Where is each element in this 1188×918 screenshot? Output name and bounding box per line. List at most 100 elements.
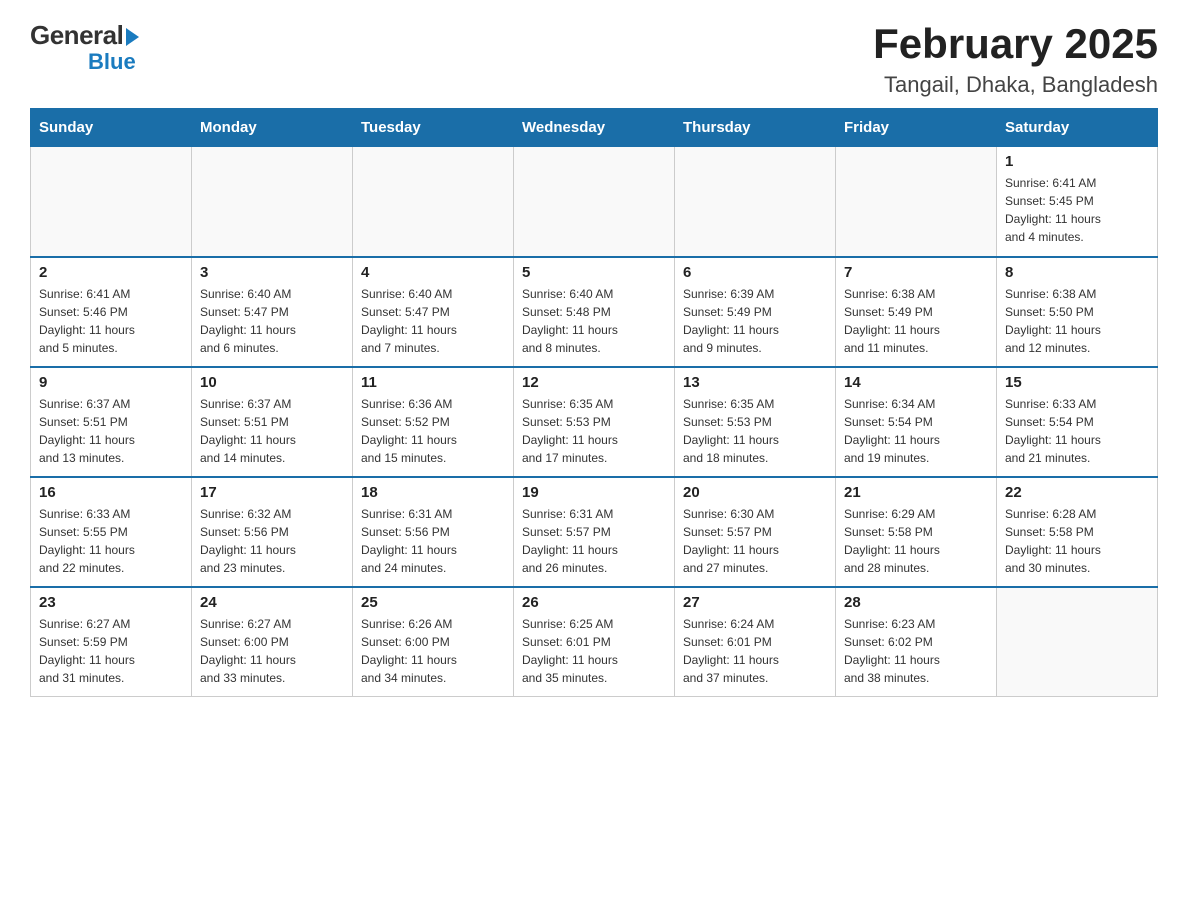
day-info: Sunrise: 6:24 AMSunset: 6:01 PMDaylight:… xyxy=(683,615,827,687)
day-info: Sunrise: 6:35 AMSunset: 5:53 PMDaylight:… xyxy=(683,395,827,467)
day-info: Sunrise: 6:41 AMSunset: 5:45 PMDaylight:… xyxy=(1005,174,1149,246)
day-number: 17 xyxy=(200,484,344,501)
header-saturday: Saturday xyxy=(997,109,1158,147)
day-info: Sunrise: 6:32 AMSunset: 5:56 PMDaylight:… xyxy=(200,505,344,577)
table-row xyxy=(997,587,1158,697)
day-info: Sunrise: 6:31 AMSunset: 5:57 PMDaylight:… xyxy=(522,505,666,577)
table-row: 18 Sunrise: 6:31 AMSunset: 5:56 PMDayligh… xyxy=(353,477,514,587)
header-wednesday: Wednesday xyxy=(514,109,675,147)
logo-general-text: General xyxy=(30,20,139,51)
table-row: 26 Sunrise: 6:25 AMSunset: 6:01 PMDayligh… xyxy=(514,587,675,697)
day-info: Sunrise: 6:37 AMSunset: 5:51 PMDaylight:… xyxy=(39,395,183,467)
day-info: Sunrise: 6:38 AMSunset: 5:50 PMDaylight:… xyxy=(1005,285,1149,357)
day-number: 26 xyxy=(522,594,666,611)
table-row: 3 Sunrise: 6:40 AMSunset: 5:47 PMDaylight… xyxy=(192,257,353,367)
table-row: 15 Sunrise: 6:33 AMSunset: 5:54 PMDayligh… xyxy=(997,367,1158,477)
day-number: 25 xyxy=(361,594,505,611)
table-row: 21 Sunrise: 6:29 AMSunset: 5:58 PMDayligh… xyxy=(836,477,997,587)
day-info: Sunrise: 6:40 AMSunset: 5:48 PMDaylight:… xyxy=(522,285,666,357)
table-row: 4 Sunrise: 6:40 AMSunset: 5:47 PMDaylight… xyxy=(353,257,514,367)
calendar-row: 16Sunrise: 6:33 AMSunset: 5:55 PMDayligh… xyxy=(31,477,1158,587)
day-info: Sunrise: 6:36 AMSunset: 5:52 PMDaylight:… xyxy=(361,395,505,467)
day-info: Sunrise: 6:40 AMSunset: 5:47 PMDaylight:… xyxy=(361,285,505,357)
table-row: 23 Sunrise: 6:27 AMSunset: 5:59 PMDayligh… xyxy=(31,587,192,697)
day-number: 24 xyxy=(200,594,344,611)
day-number: 15 xyxy=(1005,374,1149,391)
day-info: Sunrise: 6:28 AMSunset: 5:58 PMDaylight:… xyxy=(1005,505,1149,577)
calendar-row: 1Sunrise: 6:41 AMSunset: 5:45 PMDaylight… xyxy=(31,147,1158,257)
table-row xyxy=(192,147,353,257)
day-number: 28 xyxy=(844,594,988,611)
day-number: 18 xyxy=(361,484,505,501)
day-number: 22 xyxy=(1005,484,1149,501)
table-row: 5 Sunrise: 6:40 AMSunset: 5:48 PMDaylight… xyxy=(514,257,675,367)
table-row xyxy=(31,147,192,257)
table-row xyxy=(836,147,997,257)
day-number: 4 xyxy=(361,264,505,281)
day-number: 13 xyxy=(683,374,827,391)
weekday-header-row: Sunday Monday Tuesday Wednesday Thursday… xyxy=(31,109,1158,147)
table-row: 14 Sunrise: 6:34 AMSunset: 5:54 PMDayligh… xyxy=(836,367,997,477)
day-info: Sunrise: 6:39 AMSunset: 5:49 PMDaylight:… xyxy=(683,285,827,357)
calendar-table: Sunday Monday Tuesday Wednesday Thursday… xyxy=(30,108,1158,697)
day-info: Sunrise: 6:27 AMSunset: 5:59 PMDaylight:… xyxy=(39,615,183,687)
table-row: 7Sunrise: 6:38 AMSunset: 5:49 PMDaylight… xyxy=(836,257,997,367)
day-info: Sunrise: 6:41 AMSunset: 5:46 PMDaylight:… xyxy=(39,285,183,357)
day-number: 9 xyxy=(39,374,183,391)
table-row: 20 Sunrise: 6:30 AMSunset: 5:57 PMDayligh… xyxy=(675,477,836,587)
day-info: Sunrise: 6:29 AMSunset: 5:58 PMDaylight:… xyxy=(844,505,988,577)
day-info: Sunrise: 6:37 AMSunset: 5:51 PMDaylight:… xyxy=(200,395,344,467)
day-info: Sunrise: 6:27 AMSunset: 6:00 PMDaylight:… xyxy=(200,615,344,687)
day-number: 23 xyxy=(39,594,183,611)
day-number: 14 xyxy=(844,374,988,391)
table-row: 9 Sunrise: 6:37 AMSunset: 5:51 PMDaylight… xyxy=(31,367,192,477)
day-info: Sunrise: 6:35 AMSunset: 5:53 PMDaylight:… xyxy=(522,395,666,467)
day-number: 27 xyxy=(683,594,827,611)
day-info: Sunrise: 6:25 AMSunset: 6:01 PMDaylight:… xyxy=(522,615,666,687)
day-number: 20 xyxy=(683,484,827,501)
header-monday: Monday xyxy=(192,109,353,147)
day-info: Sunrise: 6:23 AMSunset: 6:02 PMDaylight:… xyxy=(844,615,988,687)
title-section: February 2025 Tangail, Dhaka, Bangladesh xyxy=(873,20,1158,98)
table-row: 1Sunrise: 6:41 AMSunset: 5:45 PMDaylight… xyxy=(997,147,1158,257)
calendar-row: 9 Sunrise: 6:37 AMSunset: 5:51 PMDaylight… xyxy=(31,367,1158,477)
table-row: 13 Sunrise: 6:35 AMSunset: 5:53 PMDayligh… xyxy=(675,367,836,477)
day-number: 12 xyxy=(522,374,666,391)
table-row: 28 Sunrise: 6:23 AMSunset: 6:02 PMDayligh… xyxy=(836,587,997,697)
day-info: Sunrise: 6:30 AMSunset: 5:57 PMDaylight:… xyxy=(683,505,827,577)
day-number: 21 xyxy=(844,484,988,501)
header-friday: Friday xyxy=(836,109,997,147)
header-sunday: Sunday xyxy=(31,109,192,147)
table-row: 25 Sunrise: 6:26 AMSunset: 6:00 PMDayligh… xyxy=(353,587,514,697)
table-row: 8Sunrise: 6:38 AMSunset: 5:50 PMDaylight… xyxy=(997,257,1158,367)
table-row: 16Sunrise: 6:33 AMSunset: 5:55 PMDayligh… xyxy=(31,477,192,587)
table-row: 11Sunrise: 6:36 AMSunset: 5:52 PMDayligh… xyxy=(353,367,514,477)
table-row: 10 Sunrise: 6:37 AMSunset: 5:51 PMDayligh… xyxy=(192,367,353,477)
table-row: 6 Sunrise: 6:39 AMSunset: 5:49 PMDaylight… xyxy=(675,257,836,367)
day-number: 5 xyxy=(522,264,666,281)
table-row: 22 Sunrise: 6:28 AMSunset: 5:58 PMDayligh… xyxy=(997,477,1158,587)
calendar-row: 23 Sunrise: 6:27 AMSunset: 5:59 PMDayligh… xyxy=(31,587,1158,697)
header-tuesday: Tuesday xyxy=(353,109,514,147)
day-info: Sunrise: 6:33 AMSunset: 5:55 PMDaylight:… xyxy=(39,505,183,577)
day-number: 6 xyxy=(683,264,827,281)
day-info: Sunrise: 6:26 AMSunset: 6:00 PMDaylight:… xyxy=(361,615,505,687)
day-number: 2 xyxy=(39,264,183,281)
day-number: 19 xyxy=(522,484,666,501)
day-info: Sunrise: 6:31 AMSunset: 5:56 PMDaylight:… xyxy=(361,505,505,577)
day-info: Sunrise: 6:40 AMSunset: 5:47 PMDaylight:… xyxy=(200,285,344,357)
header-thursday: Thursday xyxy=(675,109,836,147)
logo-blue-text: Blue xyxy=(88,49,136,74)
day-info: Sunrise: 6:34 AMSunset: 5:54 PMDaylight:… xyxy=(844,395,988,467)
day-info: Sunrise: 6:33 AMSunset: 5:54 PMDaylight:… xyxy=(1005,395,1149,467)
calendar-row: 2 Sunrise: 6:41 AMSunset: 5:46 PMDaylight… xyxy=(31,257,1158,367)
day-number: 3 xyxy=(200,264,344,281)
table-row: 2 Sunrise: 6:41 AMSunset: 5:46 PMDaylight… xyxy=(31,257,192,367)
page-header: General Blue February 2025 Tangail, Dhak… xyxy=(30,20,1158,98)
table-row xyxy=(514,147,675,257)
day-number: 10 xyxy=(200,374,344,391)
table-row xyxy=(675,147,836,257)
day-number: 7 xyxy=(844,264,988,281)
table-row: 19 Sunrise: 6:31 AMSunset: 5:57 PMDayligh… xyxy=(514,477,675,587)
table-row xyxy=(353,147,514,257)
